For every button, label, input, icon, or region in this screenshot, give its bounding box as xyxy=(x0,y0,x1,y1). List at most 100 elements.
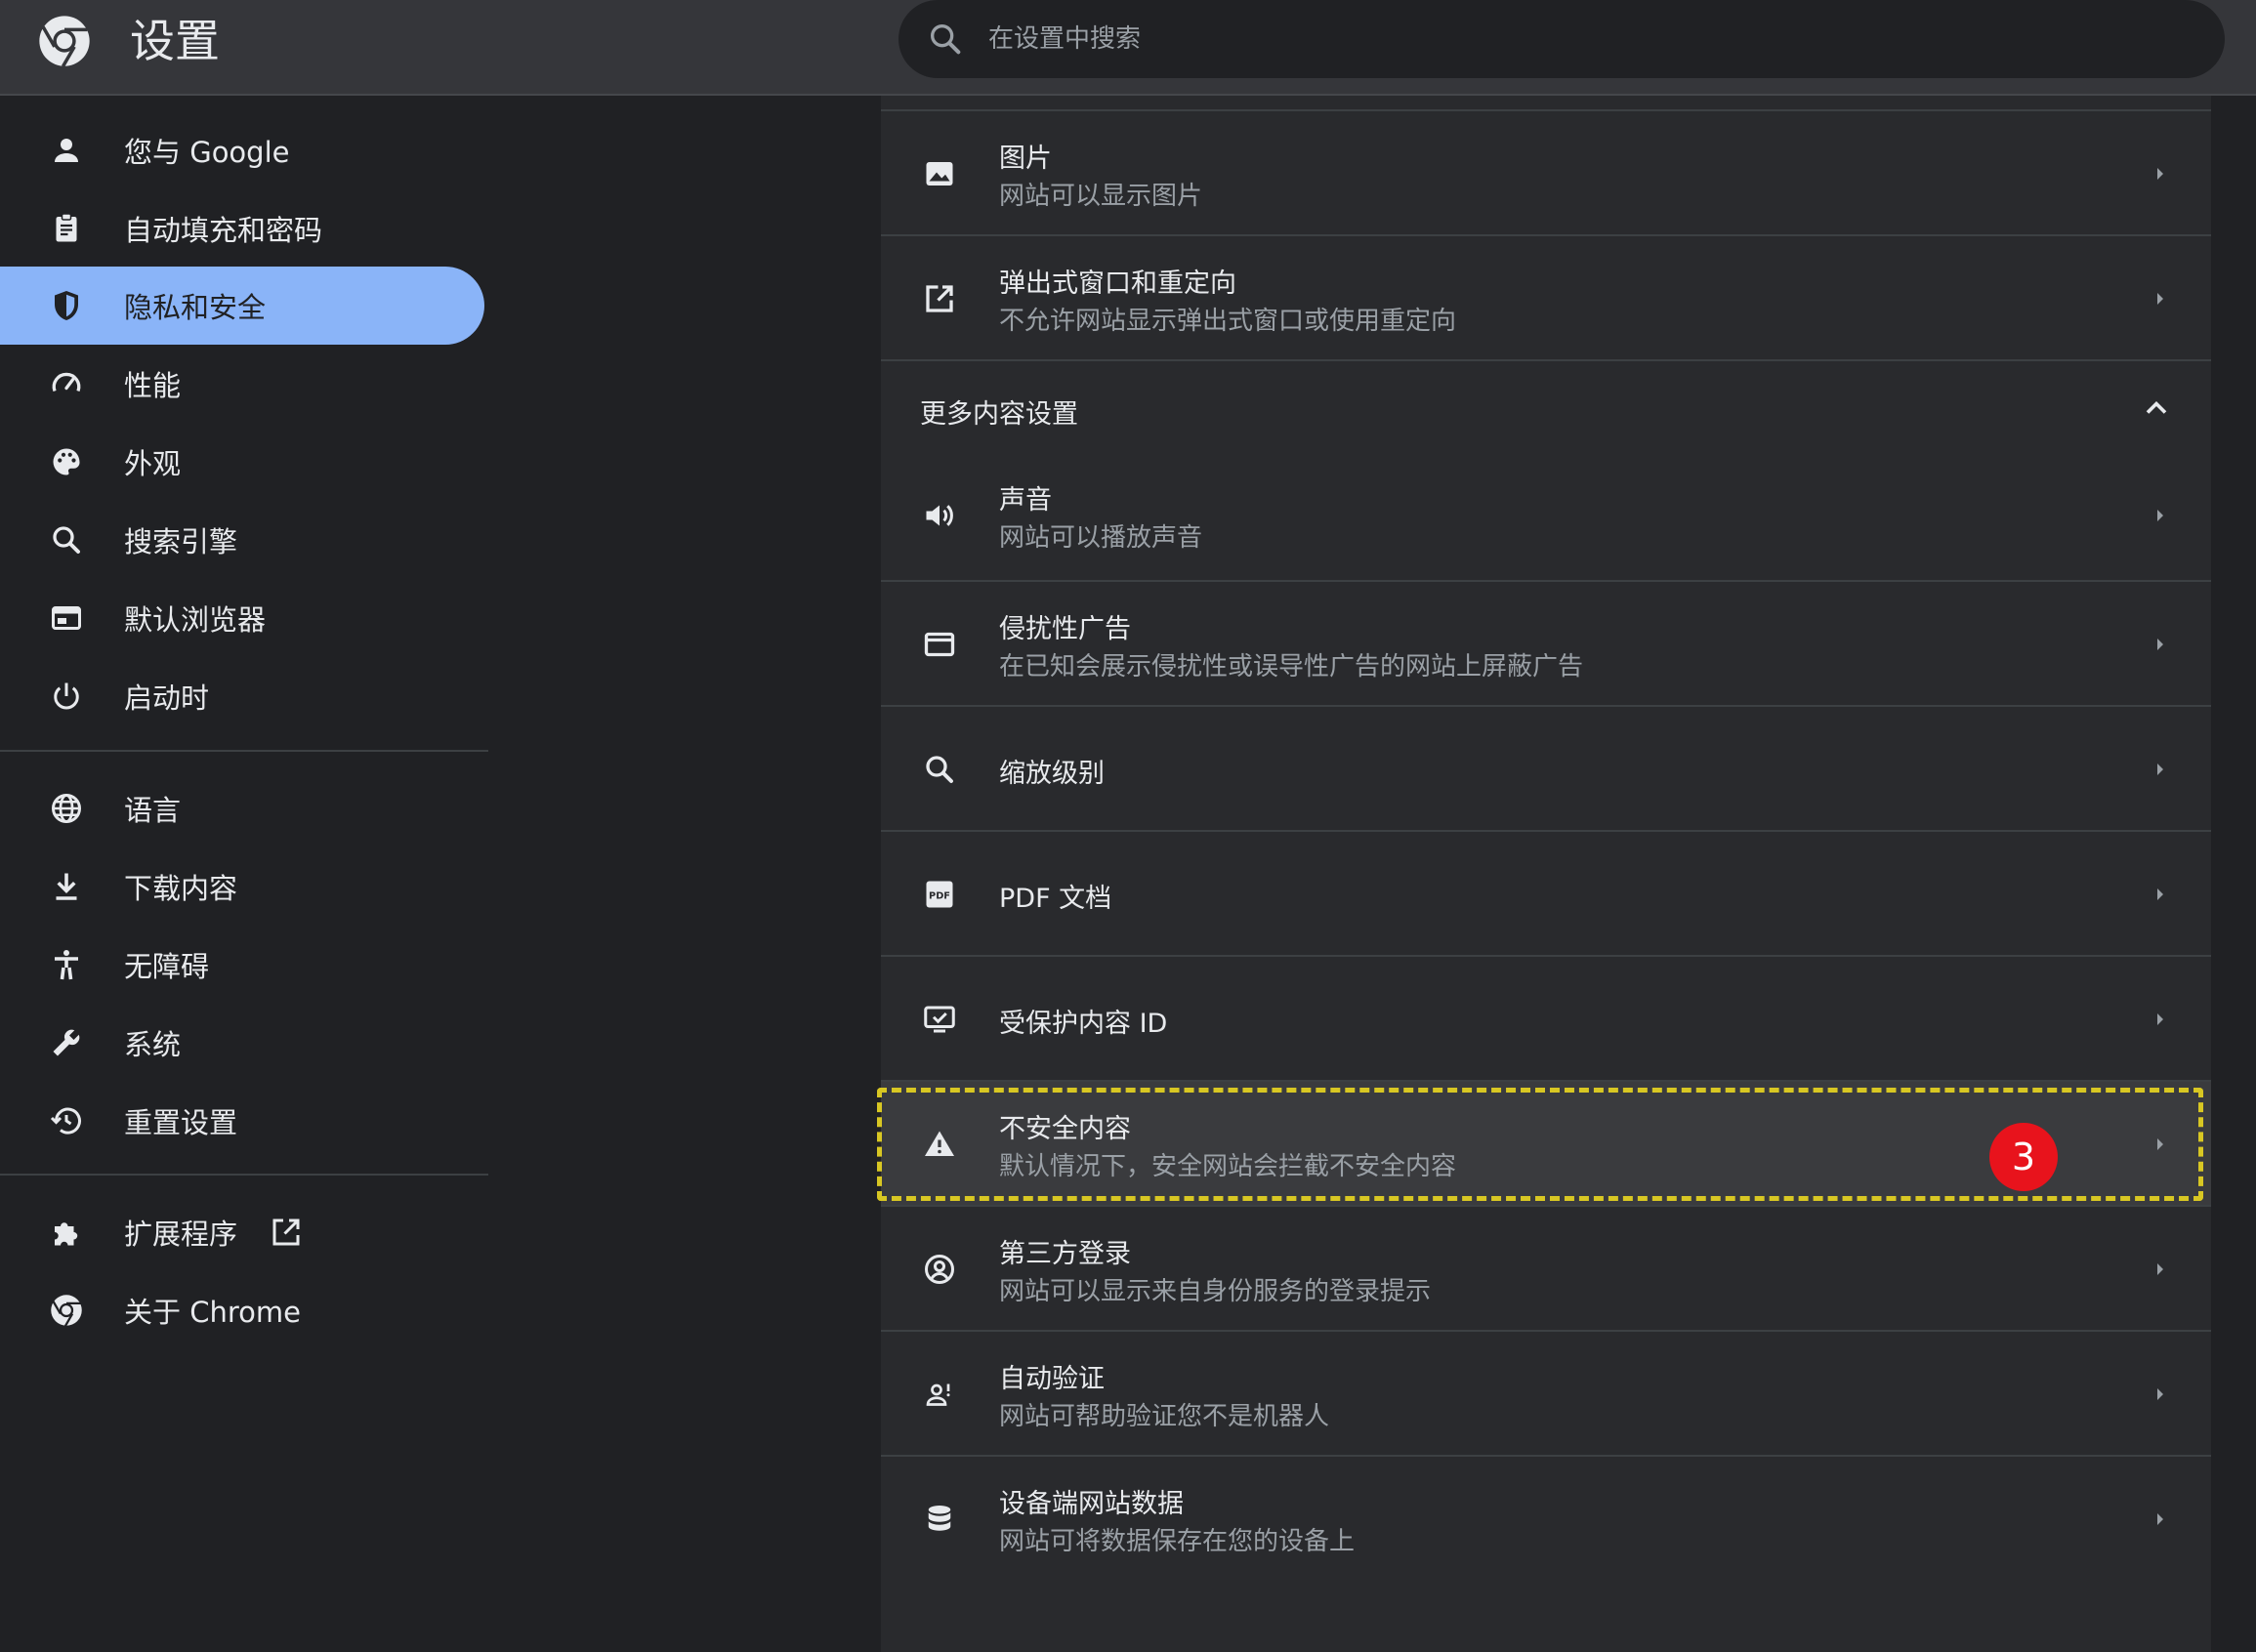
setting-title: 第三方登录 xyxy=(999,1239,1131,1269)
setting-title: 不安全内容 xyxy=(999,1114,1131,1144)
chevron-right-icon xyxy=(2157,510,2163,521)
setting-subtitle: 网站可将数据保存在您的设备上 xyxy=(999,1527,1356,1556)
sidebar-item-label: 下载内容 xyxy=(124,872,238,905)
sidebar-item-you-and-google[interactable]: 您与 Google xyxy=(0,111,484,189)
setting-title: 自动验证 xyxy=(999,1364,1105,1394)
sidebar-item-label: 外观 xyxy=(124,447,182,480)
account-circle-icon xyxy=(920,1250,959,1289)
chrome-logo-icon xyxy=(39,16,90,67)
chevron-up-icon[interactable] xyxy=(2139,391,2174,426)
database-icon xyxy=(920,1500,959,1539)
settings-content: 图片 网站可以显示图片 弹出式窗口和重定向 不允许网站显示弹出式窗口或使用重定向… xyxy=(877,96,2211,1652)
chevron-right-icon xyxy=(2157,1263,2163,1275)
setting-row-images[interactable]: 图片 网站可以显示图片 xyxy=(881,109,2211,234)
setting-subtitle: 不允许网站显示弹出式窗口或使用重定向 xyxy=(999,307,1457,336)
sidebar-item-label: 您与 Google xyxy=(124,136,290,169)
sidebar-item-downloads[interactable]: 下载内容 xyxy=(0,847,484,926)
monitor-check-icon xyxy=(920,1000,959,1039)
sidebar-item-about-chrome[interactable]: 关于 Chrome xyxy=(0,1271,484,1349)
puzzle-icon xyxy=(47,1213,86,1252)
sidebar-item-label: 无障碍 xyxy=(124,950,210,983)
chevron-right-icon xyxy=(2157,168,2163,180)
chevron-right-icon xyxy=(2157,764,2163,775)
chevron-right-icon xyxy=(2157,888,2163,900)
setting-subtitle: 在已知会展示侵扰性或误导性广告的网站上屏蔽广告 xyxy=(999,652,1584,681)
sidebar-item-system[interactable]: 系统 xyxy=(0,1004,484,1082)
sidebar-item-appearance[interactable]: 外观 xyxy=(0,423,484,501)
search-icon xyxy=(47,520,86,559)
chevron-right-icon xyxy=(2157,1013,2163,1025)
sidebar-item-search-engine[interactable]: 搜索引擎 xyxy=(0,501,484,579)
sidebar-item-languages[interactable]: 语言 xyxy=(0,769,484,847)
search-box[interactable] xyxy=(898,0,2225,78)
setting-row-on-device-site-data[interactable]: 设备端网站数据 网站可将数据保存在您的设备上 xyxy=(881,1455,2211,1580)
pdf-icon: PDF xyxy=(920,875,959,914)
setting-title: 缩放级别 xyxy=(999,759,1105,789)
shield-icon xyxy=(47,286,86,325)
setting-row-protected-content[interactable]: 受保护内容 ID xyxy=(881,955,2211,1080)
setting-subtitle: 网站可帮助验证您不是机器人 xyxy=(999,1402,1330,1431)
section-title: 更多内容设置 xyxy=(920,399,1078,430)
setting-row-insecure-content[interactable]: 不安全内容 默认情况下，安全网站会拦截不安全内容 3 xyxy=(877,1080,2211,1205)
sidebar-item-autofill[interactable]: 自动填充和密码 xyxy=(0,189,484,268)
svg-text:PDF: PDF xyxy=(929,891,950,902)
more-content-settings-header[interactable] xyxy=(881,359,2211,453)
clipboard-icon xyxy=(47,209,86,248)
sidebar-item-reset-settings[interactable]: 重置设置 xyxy=(0,1082,484,1160)
setting-row-third-party-sign-in[interactable]: 第三方登录 网站可以显示来自身份服务的登录提示 xyxy=(881,1205,2211,1330)
sidebar-item-label: 语言 xyxy=(124,794,182,827)
sidebar-item-on-startup[interactable]: 启动时 xyxy=(0,657,484,735)
setting-title: 弹出式窗口和重定向 xyxy=(999,268,1236,299)
setting-row-auto-verify[interactable]: 自动验证 网站可帮助验证您不是机器人 xyxy=(881,1330,2211,1455)
speedometer-icon xyxy=(47,364,86,403)
chevron-right-icon xyxy=(2157,1388,2163,1400)
setting-subtitle: 网站可以显示图片 xyxy=(999,182,1203,211)
warning-icon xyxy=(920,1125,959,1164)
history-icon xyxy=(47,1101,86,1140)
step-badge: 3 xyxy=(1989,1123,2058,1191)
download-icon xyxy=(47,867,86,906)
setting-row-sound[interactable]: 声音 网站可以播放声音 xyxy=(881,453,2211,578)
globe-icon xyxy=(47,789,86,828)
setting-title: 受保护内容 ID xyxy=(999,1009,1168,1039)
wrench-icon xyxy=(47,1023,86,1062)
sidebar-item-privacy-security[interactable]: 隐私和安全 xyxy=(0,267,484,345)
sidebar-item-performance[interactable]: 性能 xyxy=(0,345,484,423)
setting-title: 设备端网站数据 xyxy=(999,1489,1184,1519)
setting-row-intrusive-ads[interactable]: 侵扰性广告 在已知会展示侵扰性或误导性广告的网站上屏蔽广告 xyxy=(881,580,2211,705)
setting-subtitle: 网站可以显示来自身份服务的登录提示 xyxy=(999,1277,1432,1306)
search-input[interactable] xyxy=(988,0,2160,78)
sidebar-item-label: 自动填充和密码 xyxy=(124,214,323,247)
volume-icon xyxy=(920,496,959,535)
sidebar-divider xyxy=(0,750,488,752)
setting-title: PDF 文档 xyxy=(999,884,1112,914)
external-link-icon xyxy=(272,1218,300,1246)
palette-icon xyxy=(47,442,86,481)
chevron-right-icon xyxy=(2157,1138,2163,1150)
sidebar-item-label: 扩展程序 xyxy=(124,1218,238,1251)
person-icon xyxy=(47,131,86,170)
sidebar-item-label: 搜索引擎 xyxy=(124,525,238,558)
image-icon xyxy=(920,154,959,193)
sidebar-item-label: 默认浏览器 xyxy=(124,603,267,637)
setting-title: 侵扰性广告 xyxy=(999,614,1131,644)
setting-row-pdf-documents[interactable]: PDF PDF 文档 xyxy=(881,830,2211,955)
open-in-new-icon xyxy=(920,279,959,318)
sidebar-item-default-browser[interactable]: 默认浏览器 xyxy=(0,579,484,657)
setting-subtitle: 网站可以播放声音 xyxy=(999,523,1203,553)
setting-title: 声音 xyxy=(999,485,1052,516)
sidebar-item-accessibility[interactable]: 无障碍 xyxy=(0,926,484,1004)
sidebar-item-label: 隐私和安全 xyxy=(124,291,267,324)
sidebar-item-label: 启动时 xyxy=(124,681,210,715)
setting-title: 图片 xyxy=(999,144,1052,174)
chevron-right-icon xyxy=(2157,293,2163,305)
sidebar-item-extensions[interactable]: 扩展程序 xyxy=(0,1193,484,1271)
top-bar: 设置 xyxy=(0,0,2256,96)
sidebar-divider xyxy=(0,1174,488,1176)
setting-row-zoom-levels[interactable]: 缩放级别 xyxy=(881,705,2211,830)
setting-row-popups[interactable]: 弹出式窗口和重定向 不允许网站显示弹出式窗口或使用重定向 xyxy=(881,234,2211,359)
zoom-icon xyxy=(920,750,959,789)
sidebar-item-label: 系统 xyxy=(124,1028,182,1061)
accessibility-icon xyxy=(47,945,86,984)
chrome-logo-icon xyxy=(47,1291,86,1330)
